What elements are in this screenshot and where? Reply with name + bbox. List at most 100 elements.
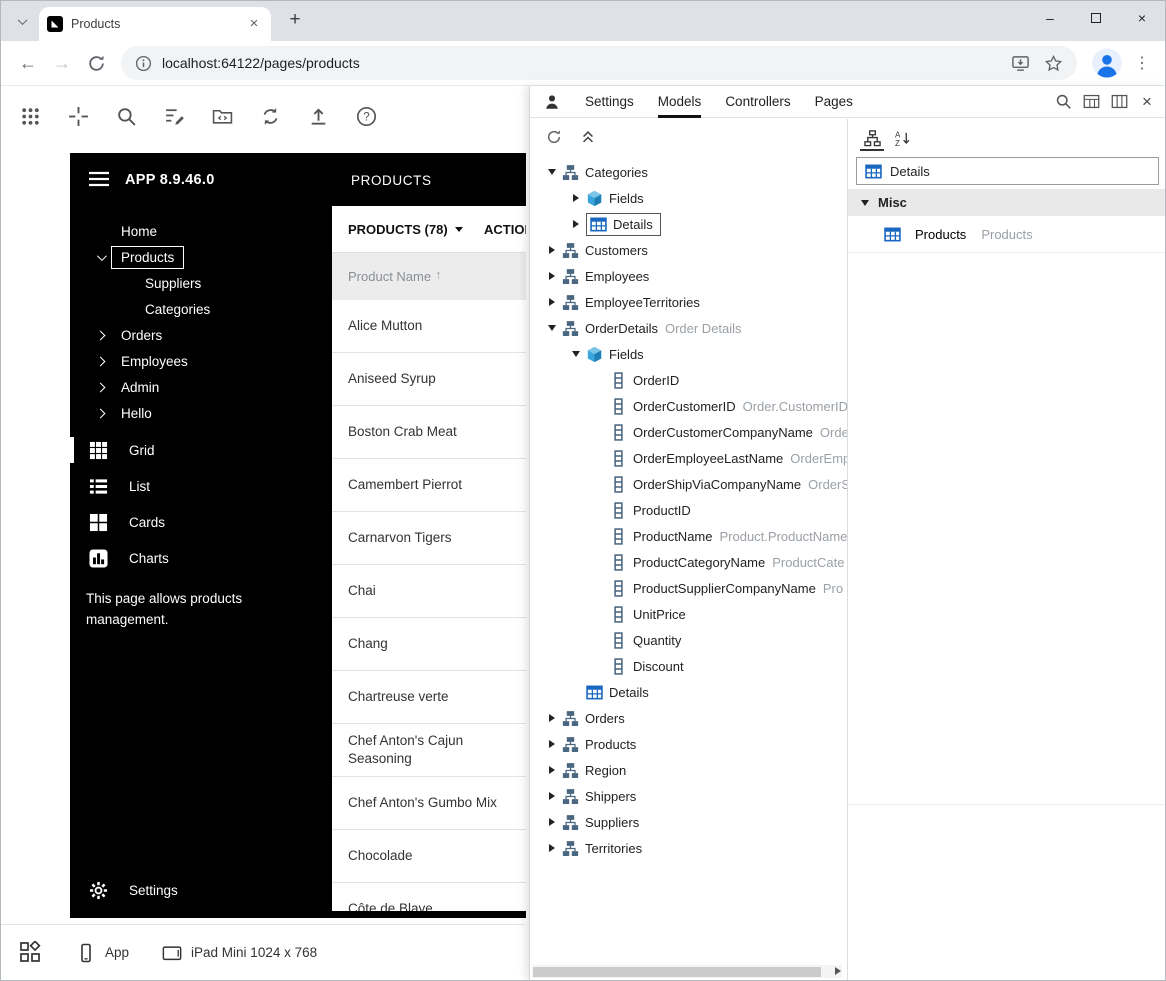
tree-node-ordercustomercompanyname[interactable]: OrderCustomerCompanyNameOrde [530,419,847,445]
scroll-right-arrow-icon[interactable] [835,967,841,975]
tree-node-quantity[interactable]: Quantity [530,627,847,653]
caret-right-icon[interactable] [542,246,562,254]
edit-page-button[interactable] [156,98,192,134]
widgets-button[interactable] [19,941,43,965]
tab-pages[interactable]: Pages [815,86,853,118]
caret-right-icon[interactable] [566,194,586,202]
caret-right-icon[interactable] [542,818,562,826]
table-row[interactable]: Boston Crab Meat [332,406,526,459]
tab-models[interactable]: Models [658,86,702,118]
tree-node-ordershipviacompanyname[interactable]: OrderShipViaCompanyNameOrderSh [530,471,847,497]
tree-collapse-all-button[interactable] [577,126,599,148]
tree-node-categories[interactable]: Categories [530,159,847,185]
install-app-icon[interactable] [1011,54,1030,73]
tree-node-region[interactable]: Region [530,757,847,783]
tree-node-discount[interactable]: Discount [530,653,847,679]
maximize-button[interactable] [1073,1,1119,35]
tree-node-employees[interactable]: Employees [530,263,847,289]
caret-right-icon[interactable] [542,714,562,722]
tree-node-productname[interactable]: ProductNameProduct.ProductName [530,523,847,549]
minimize-button[interactable]: – [1027,1,1073,35]
sidebar-item-charts[interactable]: Charts [70,540,332,576]
table-row[interactable]: Chef Anton's Gumbo Mix [332,777,526,830]
nav-item-home[interactable]: Home [70,218,332,244]
caret-right-icon[interactable] [542,298,562,306]
tab-search-button[interactable] [9,8,35,34]
horizontal-scrollbar[interactable] [532,965,842,978]
apps-grid-button[interactable] [12,98,48,134]
tree-node-orders[interactable]: Orders [530,705,847,731]
browser-tab[interactable]: Products × [39,7,271,41]
tree-node-unitprice[interactable]: UnitPrice [530,601,847,627]
table-row[interactable]: Côte de Blaye [332,883,526,911]
back-button[interactable]: ← [11,46,45,80]
sidebar-item-cards[interactable]: Cards [70,504,332,540]
tree-node-productcategoryname[interactable]: ProductCategoryNameProductCate [530,549,847,575]
tab-controllers[interactable]: Controllers [725,86,790,118]
address-input[interactable]: localhost:64122/pages/products [121,46,1077,80]
panel-table-view-button[interactable] [1079,90,1103,114]
nav-item-products[interactable]: Products [70,244,332,270]
sidebar-item-settings[interactable]: Settings [70,878,178,902]
tree-node-employeeterritories[interactable]: EmployeeTerritories [530,289,847,315]
caret-right-icon[interactable] [542,272,562,280]
tree-node-fields[interactable]: Fields [530,185,847,211]
table-row[interactable]: Aniseed Syrup [332,353,526,406]
table-row[interactable]: Chang [332,618,526,671]
nav-item-orders[interactable]: Orders [70,322,332,348]
nav-item-employees[interactable]: Employees [70,348,332,374]
table-row[interactable]: Chartreuse verte [332,671,526,724]
tree-node-orderdetails[interactable]: OrderDetailsOrder Details [530,315,847,341]
panel-columns-view-button[interactable] [1107,90,1131,114]
tree-node-suppliers[interactable]: Suppliers [530,809,847,835]
tree-node-orderemployeelastname[interactable]: OrderEmployeeLastNameOrderEmpl [530,445,847,471]
tree-node-territories[interactable]: Territories [530,835,847,861]
table-row[interactable]: Alice Mutton [332,300,526,353]
grid-title-dropdown[interactable]: PRODUCTS (78) [348,222,463,237]
tree-node-customers[interactable]: Customers [530,237,847,263]
caret-right-icon[interactable] [566,220,586,228]
search-button[interactable] [108,98,144,134]
tree-node-ordercustomerid[interactable]: OrderCustomerIDOrder.CustomerID [530,393,847,419]
sync-button[interactable] [252,98,288,134]
caret-down-icon[interactable] [566,351,586,357]
tree-node-details[interactable]: Details [530,211,847,237]
tree-node-fields[interactable]: Fields [530,341,847,367]
nav-item-hello[interactable]: Hello [70,400,332,426]
caret-right-icon[interactable] [542,766,562,774]
tree-node-details[interactable]: Details [530,679,847,705]
sidebar-item-grid[interactable]: Grid [70,432,332,468]
table-row[interactable]: Chai [332,565,526,618]
browser-menu-icon[interactable]: ⋮ [1129,46,1155,80]
tree-refresh-button[interactable] [543,126,565,148]
new-tab-button[interactable]: + [281,7,309,35]
tree-node-productid[interactable]: ProductID [530,497,847,523]
column-header-product-name[interactable]: Product Name ↑ [332,253,526,300]
sort-az-button[interactable]: AZ [890,127,914,151]
close-button[interactable]: × [1119,1,1165,35]
tab-settings[interactable]: Settings [585,86,634,118]
tree-node-products[interactable]: Products [530,731,847,757]
caret-right-icon[interactable] [542,740,562,748]
sidebar-item-list[interactable]: List [70,468,332,504]
panel-search-button[interactable] [1051,90,1075,114]
profile-avatar[interactable] [1091,47,1123,79]
table-row[interactable]: Chef Anton's Cajun Seasoning [332,724,526,777]
nav-item-admin[interactable]: Admin [70,374,332,400]
table-row[interactable]: Camembert Pierrot [332,459,526,512]
table-row[interactable]: Carnarvon Tigers [332,512,526,565]
caret-down-icon[interactable] [542,169,562,175]
nav-item-suppliers[interactable]: Suppliers [70,270,332,296]
device-selector[interactable]: iPad Mini 1024 x 768 [162,943,317,963]
hierarchy-view-button[interactable] [860,127,884,151]
publish-button[interactable] [300,98,336,134]
caret-down-icon[interactable] [542,325,562,331]
help-button[interactable]: ? [348,98,384,134]
tab-close-icon[interactable]: × [245,15,263,33]
table-row[interactable]: Chocolade [332,830,526,883]
code-folder-button[interactable] [204,98,240,134]
scrollbar-thumb[interactable] [533,967,821,977]
select-target-button[interactable] [60,98,96,134]
app-mode-toggle[interactable]: App [76,943,129,963]
selected-node-box[interactable]: Details [856,157,1159,185]
